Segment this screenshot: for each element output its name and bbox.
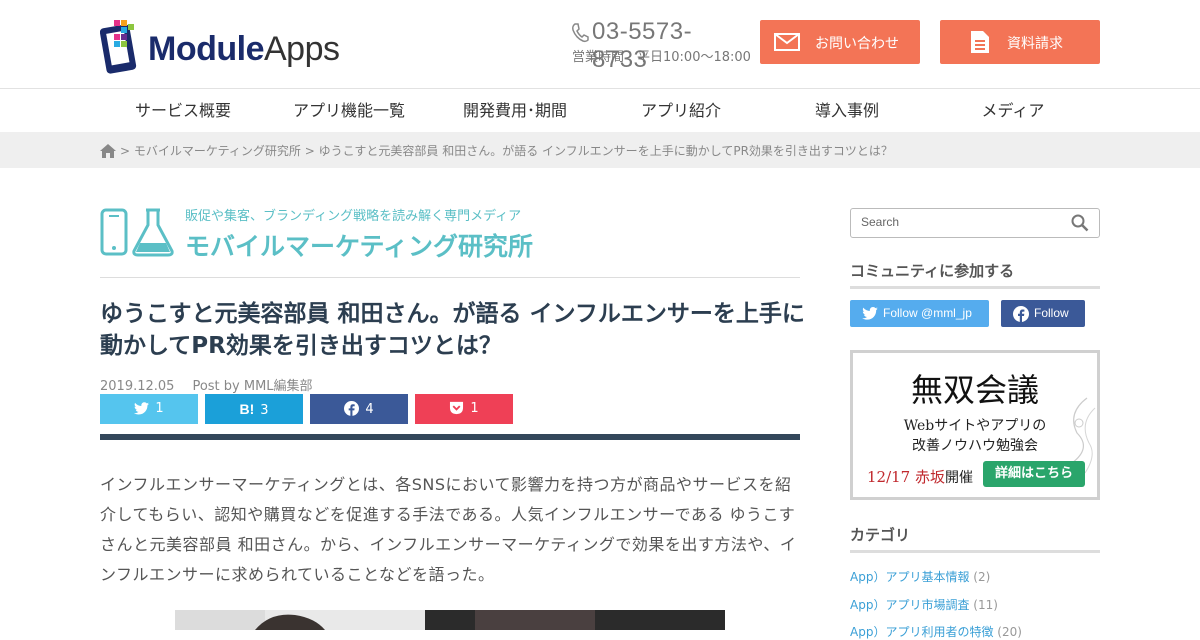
search-box: [850, 208, 1100, 238]
nav-item-cases[interactable]: 導入事例: [764, 89, 930, 133]
breadcrumb: > モバイルマーケティング研究所 > ゆうこすと元美容部員 和田さん。が語る イ…: [0, 132, 1200, 168]
nav-item-cost[interactable]: 開発費用･期間: [432, 89, 598, 133]
twitter-icon: [862, 307, 878, 320]
document-request-button[interactable]: 資料請求: [940, 20, 1100, 64]
share-twitter-button[interactable]: 1: [100, 394, 198, 424]
banner-line-1: Webサイトやアプリの: [903, 418, 1047, 434]
breadcrumb-separator: >: [304, 144, 315, 158]
pocket-icon: [450, 401, 464, 415]
share-hatena-button[interactable]: B! 3: [205, 394, 303, 424]
article-author: Post by MML編集部: [192, 379, 313, 394]
nav-item-features[interactable]: アプリ機能一覧: [266, 89, 432, 133]
musou-kaigi-banner[interactable]: 無双会議 Webサイトやアプリの 改善ノウハウ勉強会 12/17 赤坂開催 詳細…: [850, 350, 1100, 500]
nav-item-apps[interactable]: アプリ紹介: [598, 89, 764, 133]
smartphone-icon: [100, 208, 128, 256]
business-hours: 営業時間 平日10:00〜18:00: [572, 50, 751, 65]
nav-item-media[interactable]: メディア: [930, 89, 1096, 133]
main-nav: サービス概要 アプリ機能一覧 開発費用･期間 アプリ紹介 導入事例 メディア: [0, 88, 1200, 133]
article-title: ゆうこすと元美容部員 和田さん。が語る インフルエンサーを上手に動かしてPR効果…: [100, 301, 805, 359]
banner-title: 無双会議: [910, 371, 1039, 409]
hatena-icon: B!: [239, 401, 255, 417]
twitter-icon: [134, 402, 150, 415]
category-heading: カテゴリ: [850, 524, 1100, 553]
breadcrumb-current: ゆうこすと元美容部員 和田さん。が語る インフルエンサーを上手に動かしてPR効果…: [318, 144, 893, 158]
phone-icon: [572, 23, 589, 43]
banner-date: 12/17 赤坂開催: [867, 468, 973, 486]
nav-item-service[interactable]: サービス概要: [100, 89, 266, 133]
breadcrumb-separator: >: [120, 144, 131, 158]
twitter-follow-label: Follow @mml_jp: [883, 306, 972, 320]
facebook-icon: [1013, 306, 1029, 322]
article-photo: [175, 610, 725, 630]
home-icon[interactable]: [100, 144, 116, 161]
category-item[interactable]: App）アプリ利用者の特徴 (20): [850, 623, 1022, 640]
share-pocket-count: 1: [470, 401, 479, 416]
mail-icon: [774, 33, 800, 51]
phone-logo-icon: [100, 20, 137, 74]
share-hatena-count: 3: [260, 403, 269, 418]
media-tagline: 販促や集客、ブランディング戦略を読み解く専門メディア: [185, 209, 522, 224]
phone-contact: 03-5573-8733 営業時間 平日10:00〜18:00: [570, 18, 751, 73]
category-item[interactable]: App）アプリ基本情報 (2): [850, 568, 990, 585]
share-facebook-button[interactable]: 4: [310, 394, 408, 424]
community-heading: コミュニティに参加する: [850, 260, 1100, 289]
site-header: ModuleApps 03-5573-8733 営業時間 平日10:00〜18:…: [0, 0, 1200, 88]
facebook-icon: [344, 401, 360, 416]
search-icon[interactable]: [1071, 214, 1089, 232]
facebook-follow-label: Follow: [1034, 306, 1069, 320]
logo-wordmark: ModuleApps: [148, 30, 340, 68]
media-header: 販促や集客、ブランディング戦略を読み解く専門メディア モバイルマーケティング研究…: [100, 205, 800, 278]
article-lead: インフルエンサーマーケティングとは、各SNSにおいて影響力を持つ方が商品やサービ…: [100, 475, 797, 584]
breadcrumb-media[interactable]: モバイルマーケティング研究所: [134, 144, 301, 158]
facebook-follow-button[interactable]: Follow: [1001, 300, 1085, 327]
document-icon: [971, 31, 989, 53]
media-title[interactable]: モバイルマーケティング研究所: [185, 227, 533, 263]
twitter-follow-button[interactable]: Follow @mml_jp: [850, 300, 989, 327]
article-meta: 2019.12.05 Post by MML編集部: [100, 375, 313, 394]
share-twitter-count: 1: [155, 401, 164, 416]
search-input[interactable]: [861, 215, 1061, 229]
article-date: 2019.12.05: [100, 379, 175, 394]
document-request-label: 資料請求: [1007, 36, 1063, 52]
article-divider: [100, 434, 800, 440]
flask-icon: [132, 208, 174, 257]
banner-line-2: 改善ノウハウ勉強会: [912, 438, 1038, 454]
moduleapps-logo[interactable]: ModuleApps: [100, 18, 360, 74]
share-facebook-count: 4: [365, 402, 374, 417]
share-pocket-button[interactable]: 1: [415, 394, 513, 424]
contact-button[interactable]: お問い合わせ: [760, 20, 920, 64]
banner-detail-button[interactable]: 詳細はこちら: [983, 461, 1085, 487]
contact-button-label: お問い合わせ: [815, 36, 899, 52]
category-item[interactable]: App）アプリ市場調査 (11): [850, 596, 998, 613]
